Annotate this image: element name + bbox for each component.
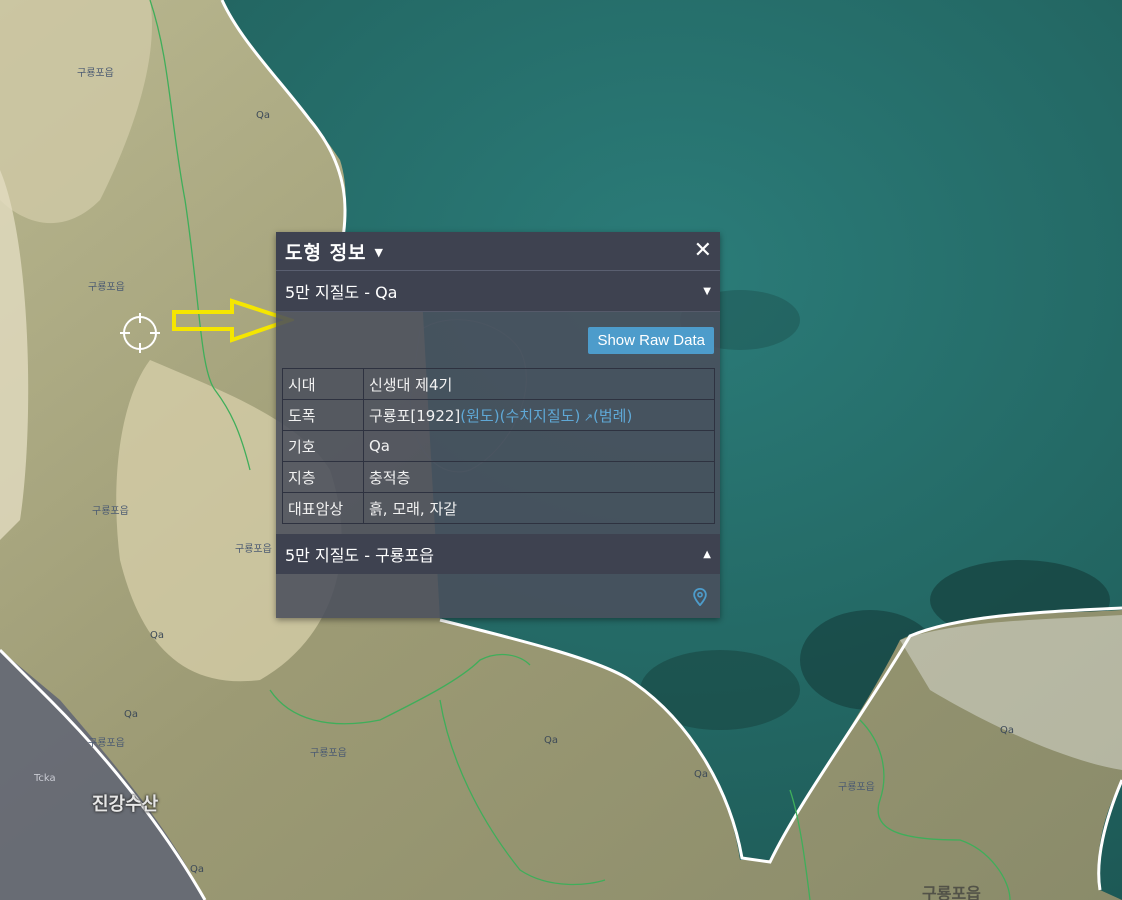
table-row: 기호 Qa — [282, 430, 715, 462]
section-label: 5만 지질도 - 구룡포읍 — [285, 546, 434, 565]
section-header-guryongpo[interactable]: 5만 지질도 - 구룡포읍 ▲ — [276, 534, 720, 574]
chevron-down-icon[interactable]: ▼ — [375, 246, 383, 259]
panel-header: 도형 정보 ▼ ✕ — [276, 232, 720, 271]
attr-key: 지층 — [282, 461, 364, 493]
crosshair-icon — [120, 313, 160, 353]
attr-value-cell: 구룡포[1922](원도)(수치지질도) ↗(범례) — [363, 399, 715, 431]
attr-key: 대표암상 — [282, 492, 364, 524]
feature-info-panel: 도형 정보 ▼ ✕ 5만 지질도 - Qa ▼ Show Raw Data 시대… — [276, 232, 720, 618]
attr-value: 신생대 제4기 — [363, 368, 715, 400]
section-body-qa: Show Raw Data 시대 신생대 제4기 도폭 구룡포[1922](원도… — [276, 312, 720, 536]
show-raw-data-button[interactable]: Show Raw Data — [588, 327, 714, 354]
table-row: 대표암상 흙, 모래, 자갈 — [282, 492, 715, 524]
section-guryongpo: 5만 지질도 - 구룡포읍 ▲ — [276, 534, 720, 606]
map-label-formation: 구룡포읍 — [235, 544, 272, 555]
attribute-table: 시대 신생대 제4기 도폭 구룡포[1922](원도)(수치지질도) ↗(범례)… — [282, 368, 715, 524]
map-label-symbol: Qa — [694, 769, 708, 780]
original-map-link[interactable]: (원도) — [460, 407, 499, 425]
map-label-symbol: Qa — [150, 630, 164, 641]
map-label-formation: 구룡포읍 — [310, 748, 347, 759]
map-label-formation: 구룡포읍 — [77, 68, 114, 79]
map-label-formation: 구룡포읍 — [88, 282, 125, 293]
section-label: 5만 지질도 - Qa — [285, 283, 398, 302]
legend-link[interactable]: (범례) — [593, 407, 632, 425]
table-row: 도폭 구룡포[1922](원도)(수치지질도) ↗(범례) — [282, 399, 715, 431]
attr-value: 흙, 모래, 자갈 — [363, 492, 715, 524]
map-label-symbol: Qa — [190, 864, 204, 875]
attr-key: 도폭 — [282, 399, 364, 431]
close-icon[interactable]: ✕ — [694, 240, 712, 262]
map-pin-icon[interactable] — [692, 588, 708, 606]
map-label-formation: 구룡포읍 — [88, 738, 125, 749]
table-row: 지층 충적층 — [282, 461, 715, 493]
map-label-symbol: Qa — [256, 110, 270, 121]
map-label-formation: 구룡포읍 — [92, 506, 129, 517]
attr-key: 기호 — [282, 430, 364, 462]
digital-geomap-link[interactable]: (수치지질도) — [500, 407, 581, 425]
chevron-up-icon[interactable]: ▲ — [703, 549, 711, 560]
map-label-symbol: Tcka — [34, 773, 56, 784]
external-link-icon: ↗ — [580, 410, 594, 424]
panel-title[interactable]: 도형 정보 — [285, 238, 367, 265]
map-label-place: 진강수산 — [92, 794, 159, 815]
chevron-down-icon[interactable]: ▼ — [703, 286, 711, 297]
map-label-formation: 구룡포읍 — [922, 884, 981, 900]
map-label-symbol: Qa — [1000, 725, 1014, 736]
attr-key: 시대 — [282, 368, 364, 400]
section-header-qa[interactable]: 5만 지질도 - Qa ▼ — [276, 271, 720, 312]
table-row: 시대 신생대 제4기 — [282, 368, 715, 400]
map-label-symbol: Qa — [544, 735, 558, 746]
attr-value: 구룡포[1922] — [369, 406, 461, 425]
attr-value: 충적층 — [363, 461, 715, 493]
map-label-formation: 구룡포읍 — [838, 782, 875, 793]
map-label-symbol: Qa — [124, 709, 138, 720]
attr-value: Qa — [363, 430, 715, 462]
